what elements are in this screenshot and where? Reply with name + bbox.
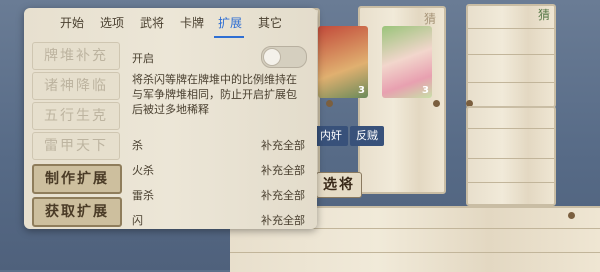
enable-toggle[interactable] (261, 46, 307, 68)
tab-options[interactable]: 选项 (98, 14, 126, 32)
plank-line (468, 82, 554, 83)
plank-line (468, 128, 554, 129)
sidebar-item-pile-supplement[interactable]: 牌堆补充 (32, 42, 120, 70)
player-panel-right-lower[interactable] (466, 106, 556, 206)
tab-bar: 开始 选项 武将 卡牌 扩展 其它 (24, 8, 317, 36)
panel-glyph-right: 猜 (538, 8, 551, 22)
sidebar-item-five-elements[interactable]: 五行生克 (32, 102, 120, 130)
plank-line (230, 252, 600, 253)
active-tab-indicator (214, 36, 244, 38)
tab-extensions[interactable]: 扩展 (216, 14, 244, 32)
sidebar-item-gods-descend[interactable]: 诸神降临 (32, 72, 120, 100)
supplement-all-button[interactable]: 补充全部 (261, 212, 305, 228)
nail-icon (568, 212, 575, 219)
card-row-name: 雷杀 (132, 189, 154, 202)
character-card[interactable]: 3 (318, 26, 368, 98)
tab-cards[interactable]: 卡牌 (178, 14, 206, 32)
supplement-all-button[interactable]: 补充全部 (261, 162, 305, 178)
nail-icon (433, 100, 440, 107)
card-row-name: 火杀 (132, 164, 154, 177)
setting-description: 将杀闪等牌在牌堆中的比例维持在与军争牌堆相同，防止开启扩展包后被过多地稀释 (132, 73, 297, 116)
sidebar-item-make-extension[interactable]: 制作扩展 (32, 164, 122, 194)
tab-start[interactable]: 开始 (58, 14, 86, 32)
plank-line (468, 182, 554, 183)
tab-other[interactable]: 其它 (256, 14, 284, 32)
role-tag-traitor[interactable]: 内奸 (314, 126, 348, 146)
enable-label: 开启 (132, 52, 154, 65)
settings-popup: 开始 选项 武将 卡牌 扩展 其它 牌堆补充 诸神降临 五行生克 雷甲天下 制作… (24, 8, 317, 229)
card-row-name: 闪 (132, 214, 143, 227)
plank-line (468, 158, 554, 159)
plank-line (468, 54, 554, 55)
supplement-all-button[interactable]: 补充全部 (261, 187, 305, 203)
tab-generals[interactable]: 武将 (138, 14, 166, 32)
role-tag-rebel[interactable]: 反贼 (350, 126, 384, 146)
supplement-all-button[interactable]: 补充全部 (261, 137, 305, 153)
character-card[interactable]: 3 (382, 26, 432, 98)
nail-icon (326, 100, 333, 107)
toggle-knob (263, 48, 281, 66)
select-general-button[interactable]: 选将 (316, 172, 362, 198)
card-count: 3 (422, 85, 429, 96)
sidebar-item-get-extension[interactable]: 获取扩展 (32, 197, 122, 227)
card-row-name: 杀 (132, 139, 143, 152)
plank-line (468, 28, 554, 29)
panel-glyph: 猜 (424, 12, 437, 26)
card-count: 3 (358, 85, 365, 96)
player-panel-right[interactable]: 猜 (466, 4, 556, 108)
sidebar-item-thunder-armor[interactable]: 雷甲天下 (32, 132, 120, 160)
